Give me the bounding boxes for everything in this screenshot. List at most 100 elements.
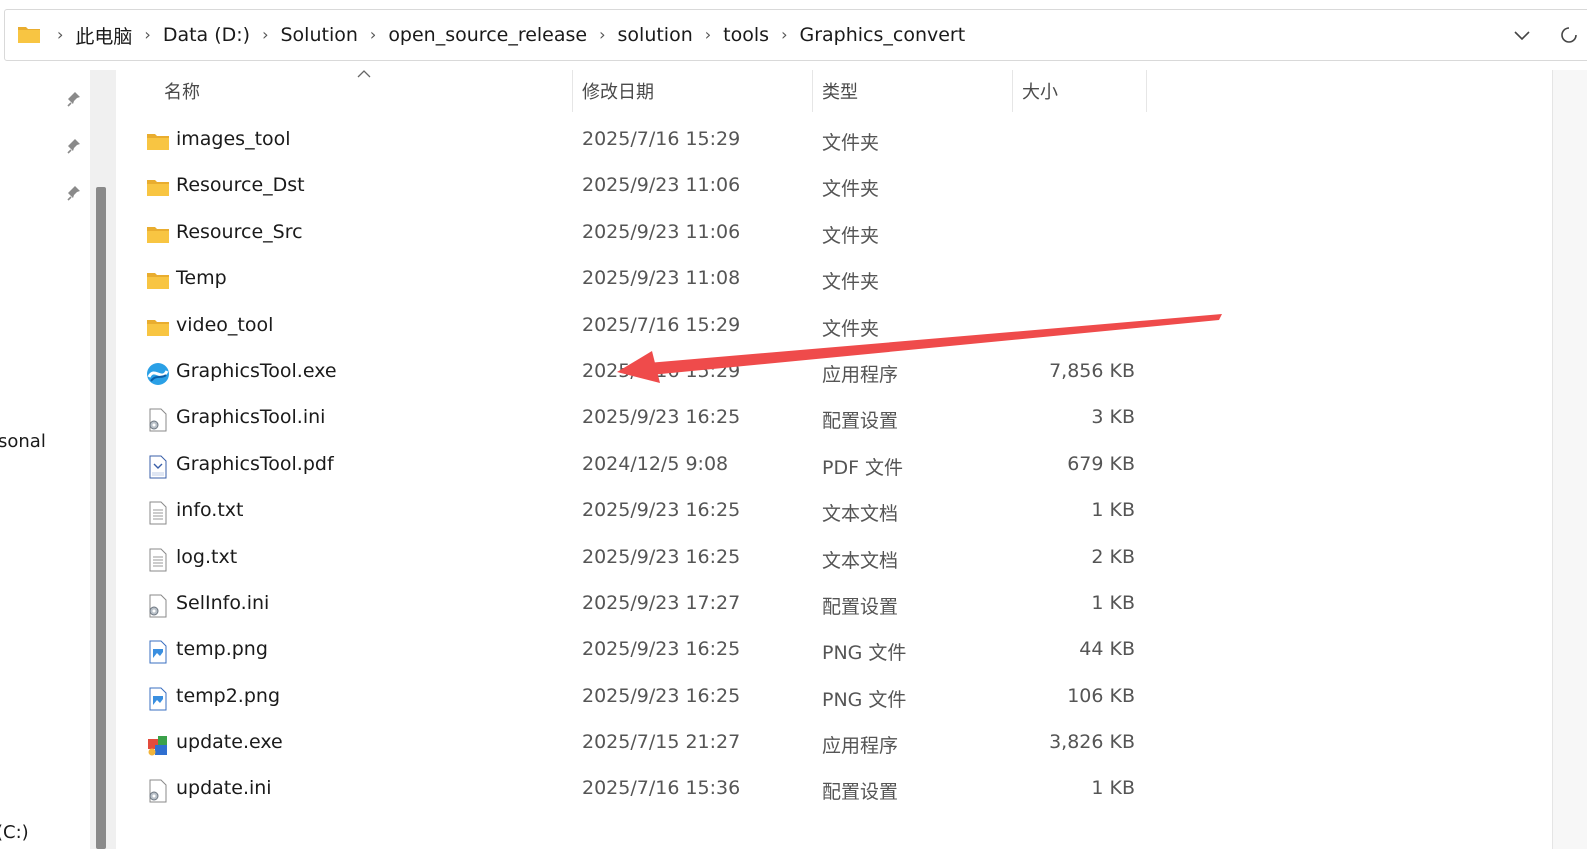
- file-name: Temp: [176, 267, 227, 290]
- chevron-right-icon[interactable]: ›: [262, 25, 268, 44]
- chevron-down-icon[interactable]: [1511, 24, 1533, 46]
- file-row[interactable]: images_tool 2025/7/16 15:29 文件夹: [116, 118, 1536, 164]
- file-type: 配置设置: [822, 781, 899, 804]
- file-type: PNG 文件: [822, 642, 907, 665]
- file-date: 2025/9/23 17:27: [582, 591, 741, 614]
- file-date: 2025/7/15 21:27: [582, 731, 741, 754]
- folder-icon: [147, 273, 169, 290]
- file-size: 1 KB: [1091, 591, 1135, 614]
- file-name: video_tool: [176, 313, 274, 336]
- file-date: 2024/12/5 9:08: [582, 452, 729, 475]
- column-date[interactable]: 修改日期: [582, 78, 654, 104]
- pin-icon[interactable]: [66, 137, 84, 155]
- scrollbar-thumb[interactable]: [96, 187, 106, 849]
- breadcrumb-item[interactable]: 此电脑: [75, 22, 132, 49]
- file-date: 2025/9/23 16:25: [582, 638, 741, 661]
- chevron-right-icon[interactable]: ›: [370, 25, 376, 44]
- file-date: 2025/7/16 15:29: [582, 128, 741, 150]
- chevron-right-icon[interactable]: ›: [781, 25, 787, 44]
- file-date: 2025/7/16 15:29: [582, 359, 741, 382]
- breadcrumb-item[interactable]: solution: [618, 24, 693, 46]
- file-date: 2025/7/16 15:29: [582, 313, 741, 336]
- column-divider[interactable]: [1012, 70, 1013, 112]
- folder-icon: [147, 134, 169, 150]
- address-bar[interactable]: › 此电脑 › Data (D:) › Solution › open_sour…: [4, 9, 1587, 61]
- file-name: update.ini: [176, 777, 272, 800]
- breadcrumb: › 此电脑 › Data (D:) › Solution › open_sour…: [45, 10, 965, 60]
- breadcrumb-item[interactable]: Data (D:): [163, 24, 250, 46]
- column-type[interactable]: 类型: [822, 78, 858, 104]
- column-name[interactable]: 名称: [164, 78, 200, 104]
- file-name: GraphicsTool.pdf: [176, 452, 334, 475]
- file-size: 7,856 KB: [1049, 359, 1135, 382]
- file-name: images_tool: [176, 128, 291, 150]
- column-divider[interactable]: [812, 70, 813, 112]
- file-row[interactable]: temp2.png 2025/9/23 16:25 PNG 文件 106 KB: [116, 675, 1536, 721]
- file-size: 1 KB: [1091, 499, 1135, 522]
- file-row[interactable]: video_tool 2025/7/16 15:29 文件夹: [116, 304, 1536, 350]
- refresh-icon[interactable]: [1557, 23, 1581, 47]
- file-row[interactable]: log.txt 2025/9/23 16:25 文本文档 2 KB: [116, 536, 1536, 582]
- pin-icon[interactable]: [66, 184, 84, 202]
- file-row[interactable]: update.exe 2025/7/15 21:27 应用程序 3,826 KB: [116, 721, 1536, 767]
- file-date: 2025/9/23 11:06: [582, 220, 741, 243]
- chevron-right-icon[interactable]: ›: [705, 25, 711, 44]
- navigation-pane: sonal (C:): [0, 70, 116, 849]
- details-pane-edge: [1552, 70, 1587, 849]
- file-row[interactable]: update.ini 2025/7/16 15:36 配置设置 1 KB: [116, 767, 1536, 813]
- file-size: 44 KB: [1079, 638, 1135, 661]
- ini-file-icon: [149, 408, 167, 432]
- file-name: SelInfo.ini: [176, 591, 270, 614]
- chevron-right-icon[interactable]: ›: [144, 25, 150, 44]
- file-size: 679 KB: [1067, 452, 1135, 475]
- file-type: 文件夹: [822, 317, 880, 340]
- nav-item-label[interactable]: (C:): [0, 822, 29, 843]
- chevron-right-icon[interactable]: ›: [599, 25, 605, 44]
- breadcrumb-item[interactable]: Graphics_convert: [799, 24, 965, 46]
- column-divider[interactable]: [1146, 70, 1147, 112]
- file-row[interactable]: Resource_Src 2025/9/23 11:06 文件夹: [116, 211, 1536, 257]
- file-date: 2025/9/23 11:06: [582, 174, 741, 197]
- file-row[interactable]: GraphicsTool.exe 2025/7/16 15:29 应用程序 7,…: [116, 350, 1536, 396]
- file-type: PNG 文件: [822, 688, 907, 711]
- file-date: 2025/9/23 16:25: [582, 406, 741, 429]
- file-row[interactable]: temp.png 2025/9/23 16:25 PNG 文件 44 KB: [116, 628, 1536, 674]
- file-row[interactable]: GraphicsTool.ini 2025/9/23 16:25 配置设置 3 …: [116, 396, 1536, 442]
- file-row[interactable]: GraphicsTool.pdf 2024/12/5 9:08 PDF 文件 6…: [116, 443, 1536, 489]
- file-row[interactable]: Temp 2025/9/23 11:08 文件夹: [116, 257, 1536, 303]
- file-row[interactable]: Resource_Dst 2025/9/23 11:06 文件夹: [116, 164, 1536, 210]
- ini-file-icon: [149, 779, 167, 803]
- file-type: 文本文档: [822, 503, 899, 526]
- breadcrumb-item[interactable]: Solution: [281, 24, 358, 46]
- column-size[interactable]: 大小: [1022, 78, 1058, 104]
- breadcrumb-item[interactable]: tools: [723, 24, 769, 46]
- file-date: 2025/7/16 15:36: [582, 777, 741, 800]
- pin-icon[interactable]: [66, 90, 84, 108]
- file-type: 配置设置: [822, 595, 899, 618]
- file-type: 配置设置: [822, 410, 899, 433]
- file-type: 应用程序: [822, 735, 899, 758]
- file-name: Resource_Dst: [176, 174, 305, 197]
- file-row[interactable]: info.txt 2025/9/23 16:25 文本文档 1 KB: [116, 489, 1536, 535]
- file-name: Resource_Src: [176, 220, 303, 243]
- file-row[interactable]: SelInfo.ini 2025/9/23 17:27 配置设置 1 KB: [116, 582, 1536, 628]
- graphicstool-app-icon: [147, 362, 169, 385]
- folder-icon: [147, 319, 169, 336]
- file-size: 3 KB: [1091, 406, 1135, 429]
- file-type: 文件夹: [822, 271, 880, 294]
- file-size: 1 KB: [1091, 777, 1135, 800]
- pdf-file-icon: [149, 455, 167, 479]
- file-size: 2 KB: [1091, 545, 1135, 568]
- breadcrumb-item[interactable]: open_source_release: [388, 24, 587, 46]
- ini-file-icon: [149, 594, 167, 618]
- chevron-right-icon[interactable]: ›: [57, 25, 63, 44]
- text-file-icon: [149, 548, 167, 572]
- file-list: images_tool 2025/7/16 15:29 文件夹 Resource…: [116, 118, 1536, 814]
- file-type: 文本文档: [822, 549, 899, 572]
- file-type: 文件夹: [822, 178, 880, 201]
- file-size: 3,826 KB: [1049, 731, 1135, 754]
- file-size: 106 KB: [1067, 684, 1135, 707]
- column-divider[interactable]: [572, 70, 573, 112]
- nav-item-label[interactable]: sonal: [0, 431, 46, 452]
- file-date: 2025/9/23 16:25: [582, 545, 741, 568]
